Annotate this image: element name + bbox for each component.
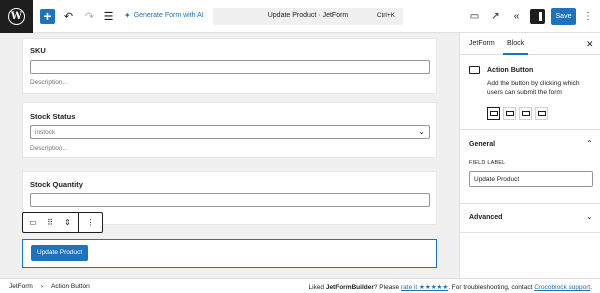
field-label-caption: FIELD LABEL <box>469 160 506 166</box>
chevron-up-icon[interactable]: ⌃ <box>586 139 593 148</box>
field-label: SKU <box>30 46 46 55</box>
generate-form-ai-button[interactable]: ✦ Generate Form with AI <box>124 11 204 20</box>
more-options-icon[interactable]: ⋮ <box>583 9 593 24</box>
sku-input[interactable] <box>30 60 430 74</box>
footer-end: . <box>590 284 592 291</box>
stock-quantity-input[interactable] <box>30 193 430 207</box>
drag-handle-icon[interactable]: ⠿ <box>43 213 57 232</box>
action-button-icon <box>469 66 480 74</box>
generate-form-ai-label: Generate Form with AI <box>133 12 204 19</box>
advanced-panel-title[interactable]: Advanced <box>469 214 502 221</box>
stock-status-field-block[interactable]: Stock Status instock ⌄ Description... <box>22 102 437 158</box>
wordpress-logo[interactable]: W <box>0 0 33 33</box>
footer-brand: JetFormBuilder <box>325 284 374 291</box>
settings-sidebar-toggle[interactable] <box>530 9 545 24</box>
rate-link[interactable]: rate it ★★★★★ <box>401 284 448 291</box>
editor-footer: JetForm › Action Button Liked JetFormBui… <box>0 278 600 293</box>
field-description: Description... <box>30 145 68 152</box>
sku-field-block[interactable]: SKU Description... <box>22 38 437 94</box>
undo-icon[interactable]: ↶ <box>61 9 76 24</box>
breadcrumb: JetForm › Action Button <box>9 283 90 290</box>
block-toolbar: ▭ ⠿ ⇕ ⋮ <box>22 212 103 233</box>
block-type-icon[interactable]: ▭ <box>23 213 43 232</box>
wordpress-icon: W <box>8 8 25 25</box>
document-overview-icon[interactable]: ☰ <box>101 9 116 24</box>
action-button-block[interactable]: Update Product <box>22 239 437 268</box>
block-description: Add the button by clicking which users c… <box>487 80 580 96</box>
block-style-options <box>487 107 548 120</box>
magic-wand-icon: ✦ <box>124 11 131 20</box>
select-value: instock <box>35 129 56 136</box>
tab-block[interactable]: Block <box>502 40 529 55</box>
save-button[interactable]: Save <box>551 8 576 25</box>
redo-icon[interactable]: ↷ <box>82 9 97 24</box>
block-name: Action Button <box>487 67 534 74</box>
close-icon[interactable]: ✕ <box>586 39 594 50</box>
style-option-4[interactable] <box>535 107 548 120</box>
document-title: Update Product · JetForm <box>267 12 349 19</box>
preview-icon[interactable]: ▭ <box>467 9 482 24</box>
field-label-value: Update Product <box>474 176 520 183</box>
general-panel-title[interactable]: General <box>469 141 495 148</box>
footer-message: Liked JetFormBuilder? Please rate it ★★★… <box>308 283 592 291</box>
command-shortcut: Ctrl+K <box>376 12 395 19</box>
support-link[interactable]: Crocoblock support <box>534 284 590 291</box>
tab-jetform[interactable]: JetForm <box>469 40 495 47</box>
breadcrumb-item-action-button[interactable]: Action Button <box>51 283 90 290</box>
view-external-icon[interactable]: ↗ <box>488 9 503 24</box>
divider <box>460 232 600 233</box>
divider <box>460 203 600 204</box>
add-block-button[interactable]: + <box>40 9 55 24</box>
document-bar[interactable]: Update Product · JetForm Ctrl+K <box>213 8 403 25</box>
block-options-icon[interactable]: ⋮ <box>79 213 102 232</box>
update-product-button[interactable]: Update Product <box>31 245 89 261</box>
field-description: Description... <box>30 79 68 86</box>
collapse-panels-icon[interactable]: « <box>509 9 524 24</box>
style-default-option[interactable] <box>487 107 500 120</box>
style-option-3[interactable] <box>519 107 532 120</box>
editor-toolbar: W + ↶ ↷ ☰ ✦ Generate Form with AI Update… <box>0 0 600 33</box>
field-label-input[interactable]: Update Product <box>469 171 593 187</box>
breadcrumb-item-jetform[interactable]: JetForm <box>9 283 33 290</box>
style-option-2[interactable] <box>503 107 516 120</box>
move-up-down-icon[interactable]: ⇕ <box>57 213 79 232</box>
settings-sidebar: JetForm Block ✕ Action Button Add the bu… <box>459 33 600 278</box>
field-label: Stock Quantity <box>30 180 83 189</box>
footer-mid2: . For troubleshooting, contact <box>448 284 535 291</box>
stock-status-select[interactable]: instock ⌄ <box>30 125 430 139</box>
field-label: Stock Status <box>30 112 76 121</box>
chevron-down-icon[interactable]: ⌄ <box>586 212 593 221</box>
chevron-down-icon: ⌄ <box>418 127 425 136</box>
breadcrumb-separator: › <box>40 283 44 290</box>
editor-canvas: SKU Description... Stock Status instock … <box>0 33 459 278</box>
sidebar-tabs: JetForm Block ✕ <box>460 33 600 55</box>
divider <box>460 129 600 130</box>
footer-mid: ? Please <box>373 284 401 291</box>
footer-prefix: Liked <box>308 284 326 291</box>
